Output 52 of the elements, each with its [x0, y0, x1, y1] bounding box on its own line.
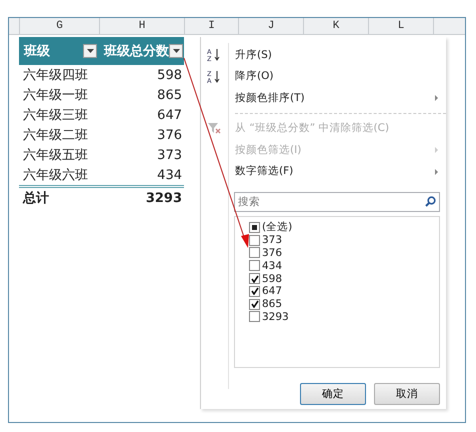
column-header[interactable]: G [20, 18, 100, 34]
value-label: 647 [262, 285, 282, 298]
total-label: 总计 [22, 190, 50, 207]
checkbox[interactable] [249, 286, 260, 297]
checkbox[interactable] [249, 273, 260, 284]
value-label: (全选) [262, 220, 292, 234]
value-label: 598 [262, 272, 282, 285]
checkbox[interactable] [249, 222, 260, 233]
menu-item[interactable]: 按颜色排序(T) [201, 87, 446, 108]
checkbox[interactable] [249, 311, 260, 322]
dialog-button[interactable]: 取消 [374, 383, 440, 405]
table-cell-text: 六年级五班 [22, 147, 89, 164]
submenu-arrow-icon [435, 95, 438, 101]
header-label: 班级 [24, 43, 50, 60]
header-label: 班级总分数 [104, 43, 169, 60]
table-cell-text: 六年级四班 [22, 67, 89, 84]
clear-filter-icon [207, 122, 221, 134]
value-label: 373 [262, 234, 282, 246]
submenu-arrow-icon [435, 168, 438, 174]
checkbox[interactable] [249, 234, 260, 246]
menu-item[interactable]: 数字筛选(F) [201, 160, 446, 182]
checkbox[interactable] [249, 260, 260, 272]
table-cell-text: 376 [156, 128, 183, 142]
column-header[interactable]: J [239, 18, 304, 34]
dialog-button[interactable]: 确定 [300, 383, 366, 405]
table-cell-text: 598 [156, 68, 183, 82]
checkbox[interactable] [249, 298, 260, 310]
filter-dropdown-button[interactable] [83, 44, 97, 58]
table-cell-text: 373 [156, 148, 183, 162]
table-cell-text: 六年级二班 [22, 127, 89, 144]
caret-icon [86, 49, 94, 53]
value-label: 376 [262, 246, 282, 259]
filter-dropdown-button[interactable] [169, 44, 183, 58]
column-header[interactable]: K [304, 18, 369, 34]
table-cell-text: 六年级一班 [22, 87, 89, 104]
value-label: 865 [262, 298, 282, 310]
checkbox[interactable] [249, 247, 260, 258]
table-cell-text: 647 [156, 108, 183, 122]
caret-icon [172, 49, 180, 53]
column-header[interactable]: H [100, 18, 185, 34]
total-value: 3293 [144, 190, 183, 206]
column-header[interactable]: I [185, 18, 239, 34]
column-header[interactable]: L [369, 18, 434, 34]
search-field[interactable]: 搜索 [234, 192, 440, 212]
table-cell-text: 434 [156, 168, 183, 182]
table-cell-text: 六年级三班 [22, 107, 89, 124]
table-cell-text: 六年级六班 [22, 167, 89, 184]
submenu-arrow-icon [435, 147, 438, 153]
table-cell-text: 865 [156, 88, 183, 102]
value-label: 434 [262, 260, 282, 272]
value-label: 3293 [262, 310, 289, 323]
search-icon [425, 196, 436, 207]
